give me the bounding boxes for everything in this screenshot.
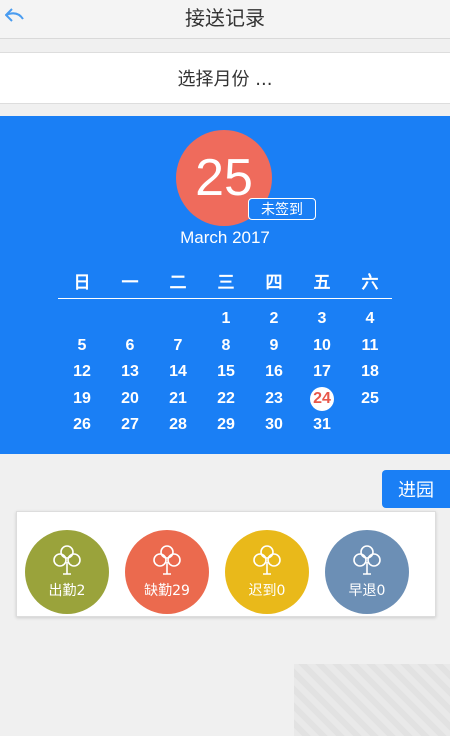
calendar-day[interactable]: 9 <box>250 333 298 359</box>
calendar-day[interactable]: 10 <box>298 333 346 359</box>
signin-status-badge: 未签到 <box>248 198 316 220</box>
calendar-day[interactable]: 27 <box>106 412 154 438</box>
weekday-sun: 日 <box>73 273 91 293</box>
page-title: 接送记录 <box>185 6 265 30</box>
calendar-day[interactable]: 5 <box>58 333 106 359</box>
attendance-stats-panel: 出勤2 缺勤29 迟到0 早退0 <box>16 511 436 617</box>
calendar-day[interactable]: 15 <box>202 359 250 385</box>
weekday-divider <box>58 298 392 299</box>
stat-present[interactable]: 出勤2 <box>25 530 109 614</box>
month-picker[interactable]: 选择月份 ... <box>0 52 450 104</box>
calendar-day[interactable]: 18 <box>346 359 394 385</box>
top-bar: 接送记录 <box>0 0 450 39</box>
calendar-day[interactable]: 25 <box>346 386 394 412</box>
calendar-day[interactable]: 13 <box>106 359 154 385</box>
calendar-day[interactable]: 31 <box>298 412 346 438</box>
calendar-day[interactable]: 29 <box>202 412 250 438</box>
calendar-day[interactable]: 3 <box>298 306 346 332</box>
calendar-day[interactable]: 11 <box>346 333 394 359</box>
calendar-day[interactable]: 30 <box>250 412 298 438</box>
calendar-day[interactable]: 7 <box>154 333 202 359</box>
calendar-day[interactable]: 6 <box>106 333 154 359</box>
enter-kindergarten-button[interactable]: 进园 <box>382 470 450 508</box>
calendar-day[interactable]: 23 <box>250 386 298 412</box>
weekday-mon: 一 <box>121 273 139 293</box>
calendar-day[interactable]: 14 <box>154 359 202 385</box>
weekday-thu: 四 <box>265 273 283 293</box>
calendar-day[interactable]: 2 <box>250 306 298 332</box>
stat-present-label: 出勤2 <box>48 583 86 599</box>
watermark-blur <box>294 664 450 736</box>
calendar-day[interactable]: 17 <box>298 359 346 385</box>
calendar-day[interactable]: 20 <box>106 386 154 412</box>
calendar-day[interactable]: 21 <box>154 386 202 412</box>
calendar-day[interactable]: 8 <box>202 333 250 359</box>
stat-late-label: 迟到0 <box>248 583 286 599</box>
calendar-day[interactable]: 19 <box>58 386 106 412</box>
calendar-day[interactable]: 16 <box>250 359 298 385</box>
month-year-label: March 2017 <box>180 228 270 247</box>
weekday-fri: 五 <box>313 273 331 293</box>
weekday-header: 日 一 二 三 四 五 六 <box>58 268 394 293</box>
calendar-day[interactable]: 22 <box>202 386 250 412</box>
calendar-day[interactable]: 1 <box>202 306 250 332</box>
selected-day-number: 25 <box>195 149 253 207</box>
clover-icon <box>353 545 381 575</box>
stat-late[interactable]: 迟到0 <box>225 530 309 614</box>
clover-icon <box>153 545 181 575</box>
clover-icon <box>253 545 281 575</box>
stat-absent-label: 缺勤29 <box>144 583 190 599</box>
weekday-wed: 三 <box>217 273 235 293</box>
clover-icon <box>53 545 81 575</box>
stat-absent[interactable]: 缺勤29 <box>125 530 209 614</box>
calendar-day-today[interactable]: 24 <box>298 386 346 412</box>
calendar-panel: 25 未签到 March 2017 日 一 二 三 四 五 六 12345678… <box>0 116 450 454</box>
calendar-day[interactable]: 4 <box>346 306 394 332</box>
stat-early-leave[interactable]: 早退0 <box>325 530 409 614</box>
weekday-sat: 六 <box>361 273 379 293</box>
weekday-tue: 二 <box>169 273 187 293</box>
calendar-day[interactable]: 28 <box>154 412 202 438</box>
calendar-day[interactable]: 26 <box>58 412 106 438</box>
calendar-day[interactable]: 12 <box>58 359 106 385</box>
stat-early-leave-label: 早退0 <box>348 583 386 599</box>
